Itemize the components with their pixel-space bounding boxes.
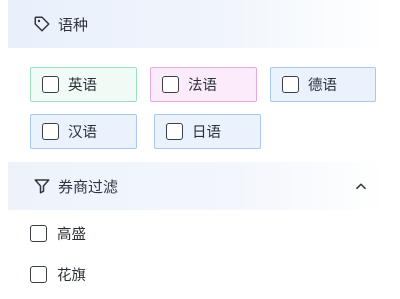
language-option-label: 法语 — [188, 78, 217, 94]
language-option-label: 汉语 — [68, 125, 97, 141]
language-option-chinese[interactable]: 汉语 — [30, 114, 137, 149]
language-option-german[interactable]: 德语 — [270, 67, 376, 102]
checkbox[interactable] — [42, 76, 59, 93]
checkbox[interactable] — [166, 123, 183, 140]
broker-option-goldman[interactable]: 高盛 — [30, 221, 86, 245]
language-option-label: 英语 — [68, 78, 97, 94]
broker-option-label: 花旗 — [57, 267, 86, 284]
checkbox[interactable] — [30, 265, 47, 283]
checkbox[interactable] — [42, 123, 59, 140]
language-option-label: 德语 — [308, 78, 337, 94]
language-section-header: 语种 — [8, 0, 386, 48]
broker-option-label: 高盛 — [57, 226, 86, 243]
filter-panel: 语种 英语 法语 德语 汉语 日语 券商过滤 高盛 花旗 — [0, 0, 386, 299]
broker-filter-header[interactable]: 券商过滤 — [8, 162, 386, 210]
tag-icon — [32, 14, 52, 34]
chevron-up-icon[interactable] — [352, 177, 370, 195]
checkbox[interactable] — [162, 76, 179, 93]
checkbox[interactable] — [30, 224, 47, 242]
language-section-title: 语种 — [58, 15, 89, 34]
checkbox[interactable] — [282, 76, 299, 93]
language-option-japanese[interactable]: 日语 — [154, 114, 261, 149]
broker-option-citi[interactable]: 花旗 — [30, 262, 86, 286]
scroll-area-edge — [386, 0, 400, 299]
language-option-english[interactable]: 英语 — [30, 67, 137, 102]
language-option-french[interactable]: 法语 — [150, 67, 257, 102]
broker-filter-title: 券商过滤 — [58, 177, 119, 196]
filter-icon — [32, 176, 52, 196]
language-option-label: 日语 — [192, 125, 221, 141]
